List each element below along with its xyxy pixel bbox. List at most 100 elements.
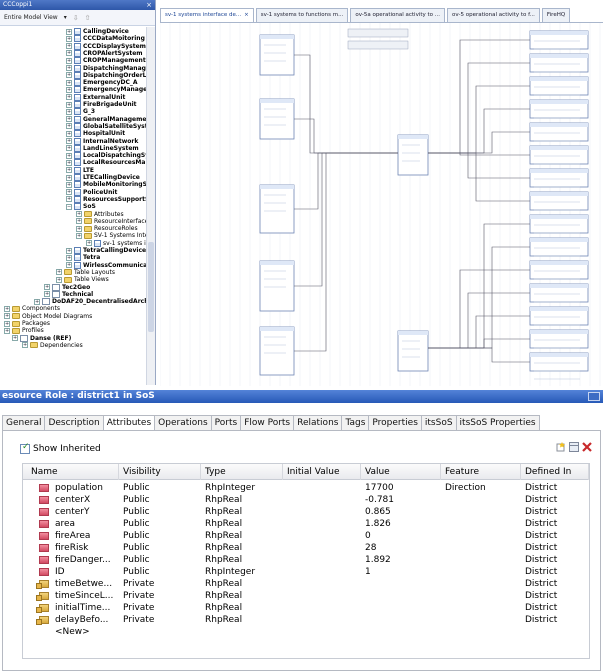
tab-properties[interactable]: Properties (368, 415, 422, 431)
tab-operations[interactable]: Operations (154, 415, 212, 431)
connector-line (428, 131, 530, 154)
restore-button[interactable] (588, 392, 600, 401)
attribute-visibility: Private (123, 603, 155, 613)
attribute-type: RhpInteger (205, 567, 256, 577)
diagram-block (259, 98, 295, 140)
attribute-name: timeSinceL... (55, 591, 114, 601)
tab-diagram[interactable]: ov-5a operational activity to ... (350, 8, 446, 22)
table-row[interactable]: centerY Public RhpReal 0.865 District (23, 506, 589, 518)
connector-line (428, 152, 530, 202)
tree-item-label: Dependencies (40, 341, 83, 349)
delete-icon[interactable] (582, 442, 592, 452)
attribute-value[interactable]: 1.826 (365, 518, 439, 530)
close-icon[interactable]: × (146, 0, 152, 10)
tab-attributes[interactable]: Attributes (102, 415, 156, 431)
new-row-label[interactable]: <New> (55, 626, 90, 638)
table-row[interactable]: fireArea Public RhpReal 0 District (23, 530, 589, 542)
attribute-type: RhpReal (205, 531, 243, 541)
table-row[interactable]: delayBefo... Private RhpReal District (23, 614, 589, 626)
grid-header: Name Visibility Type Initial Value Value Feat… (23, 464, 589, 493)
attribute-visibility: Public (123, 567, 150, 577)
table-row[interactable]: area Public RhpReal 1.826 District (23, 518, 589, 530)
attribute-value[interactable]: 1.892 (365, 554, 439, 566)
table-row[interactable]: timeBetwe... Private RhpReal District (23, 578, 589, 590)
tree-item[interactable]: + Dependencies (22, 341, 83, 350)
browser-toolbar: Entire Model View ▾ ⇩ ⇧ (0, 10, 155, 26)
chevron-down-icon: ▾ (63, 14, 67, 21)
tree-scroll-thumb[interactable] (148, 242, 154, 332)
table-row[interactable]: timeSinceL... Private RhpReal District (23, 590, 589, 602)
tab-diagram[interactable]: sv-1 systems to functions m... (255, 8, 349, 22)
expand-toggle-icon[interactable]: + (76, 232, 82, 239)
tree-item-label: DoDAF20_DecentralisedArchitectur (52, 298, 155, 306)
attribute-value[interactable]: 1 (365, 566, 439, 578)
expand-toggle-icon[interactable]: + (12, 335, 18, 342)
tab-relations[interactable]: Relations (293, 415, 343, 431)
attribute-name: centerX (55, 495, 91, 505)
diagram-canvas[interactable] (160, 22, 603, 386)
close-icon[interactable]: × (244, 12, 249, 18)
attribute-defined-in: District (525, 495, 558, 505)
arrow-up-icon[interactable]: ⇧ (85, 14, 91, 22)
tab-diagram[interactable]: FireHQ (541, 8, 571, 22)
column-header[interactable]: Defined In (521, 464, 589, 480)
attribute-defined-in: District (525, 603, 558, 613)
attribute-value[interactable]: -0.781 (365, 494, 439, 506)
tab-general[interactable]: General (2, 415, 46, 431)
diagram-block-header (530, 100, 588, 104)
attribute-value[interactable]: 0.865 (365, 506, 439, 518)
new-attribute-row[interactable]: <New> (23, 626, 589, 638)
attribute-value[interactable]: 17700 (365, 482, 439, 494)
tab-label: sv-1 systems to functions m... (260, 12, 344, 18)
attribute-icon (39, 532, 49, 540)
diagram-block (259, 34, 295, 76)
tree-scrollbar[interactable] (146, 27, 155, 385)
attribute-icon (39, 568, 49, 576)
arrow-down-icon[interactable]: ⇩ (73, 14, 79, 22)
table-row[interactable]: ID Public RhpInteger 1 District (23, 566, 589, 578)
show-inherited-toggle[interactable]: Show Inherited (20, 442, 101, 454)
table-row[interactable]: population Public RhpInteger 17700 District (23, 482, 589, 494)
column-header[interactable]: Initial Value (283, 464, 361, 480)
tab-diagram[interactable]: ov-5 operational activity to f... (447, 8, 540, 22)
tab-itssos[interactable]: itsSoS (420, 415, 457, 431)
ide-window: CCCoppi1 × Entire Model View ▾ ⇩ ⇧ + Call… (0, 0, 603, 386)
expand-toggle-icon[interactable]: − (66, 203, 72, 210)
column-header[interactable]: Name (27, 464, 119, 480)
attribute-icon (39, 520, 49, 528)
private-attribute-icon (36, 604, 49, 613)
attribute-type: RhpReal (205, 519, 243, 529)
tab-label: ov-5 operational activity to f... (452, 12, 535, 18)
table-row[interactable]: fireRisk Public RhpReal 28 District (23, 542, 589, 554)
new-attribute-icon[interactable] (556, 442, 566, 452)
diagram-block-header (260, 327, 294, 331)
table-row[interactable]: fireDanger... Public RhpReal 1.892 District (23, 554, 589, 566)
model-tree: + CallingDevice + CCCDataMoitoring + CCCDispl… (0, 27, 155, 385)
attribute-name: fireRisk (55, 543, 89, 553)
attribute-visibility: Private (123, 615, 155, 625)
show-inherited-checkbox[interactable] (20, 442, 30, 454)
connector-line (428, 338, 530, 349)
attribute-defined-in: District (525, 567, 558, 577)
attribute-value[interactable]: 28 (365, 542, 439, 554)
column-header[interactable]: Type (201, 464, 283, 480)
tab-description[interactable]: Description (44, 415, 104, 431)
attribute-value[interactable]: 0 (365, 530, 439, 542)
column-header[interactable]: Visibility (119, 464, 201, 480)
tab-ports[interactable]: Ports (210, 415, 242, 431)
table-row[interactable]: centerX Public RhpReal -0.781 District (23, 494, 589, 506)
column-header[interactable]: Value (361, 464, 441, 480)
model-view-select[interactable]: Entire Model View ▾ (4, 14, 67, 21)
grid-view-icon[interactable] (569, 442, 579, 452)
tab-flow-ports[interactable]: Flow Ports (240, 415, 295, 431)
diagram-block-header (530, 31, 588, 35)
attribute-icon (39, 556, 49, 564)
tab-tags[interactable]: Tags (341, 415, 370, 431)
expand-toggle-icon[interactable]: + (4, 327, 10, 334)
column-header[interactable]: Feature Direction (441, 464, 521, 493)
table-row[interactable]: initialTime... Private RhpReal District (23, 602, 589, 614)
expand-toggle-icon[interactable]: + (22, 342, 28, 349)
connector-line (428, 292, 530, 349)
tab-itssos-properties[interactable]: itsSoS Properties (455, 415, 540, 431)
tab-diagram[interactable]: sv-1 systems interface de... × (160, 8, 254, 22)
